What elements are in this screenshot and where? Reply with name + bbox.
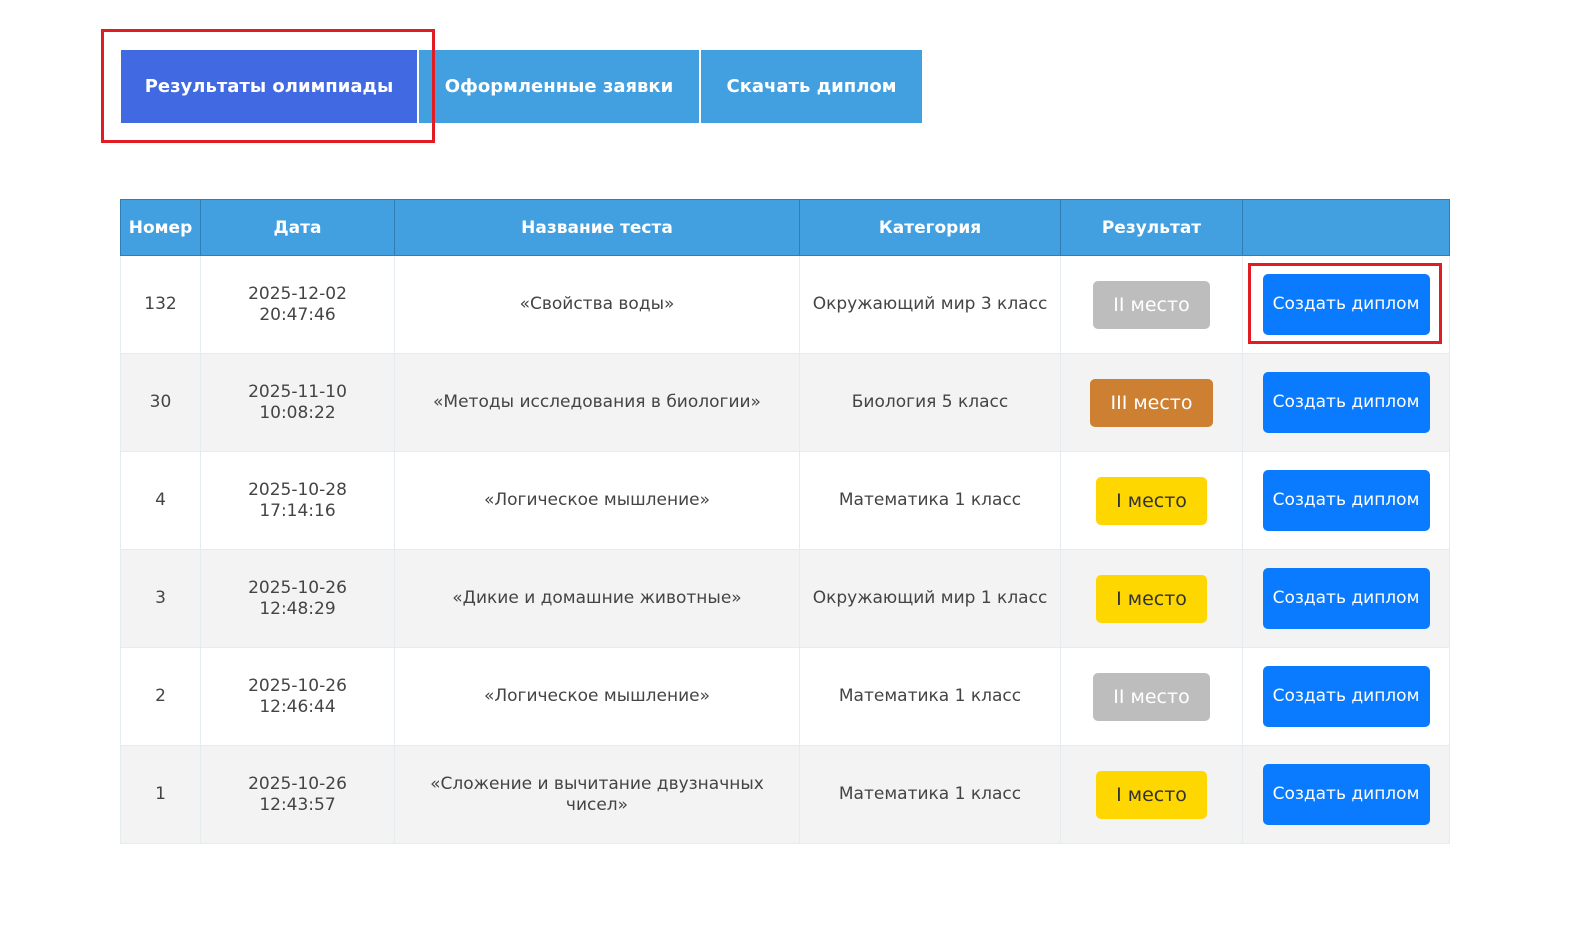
create-diploma-button[interactable]: Создать диплом — [1262, 470, 1430, 531]
cell-date: 2025-10-26 12:46:44 — [200, 647, 395, 746]
results-table: Номер Дата Название теста Категория Резу… — [120, 199, 1450, 844]
cell-category: Окружающий мир 1 класс — [799, 549, 1061, 648]
header-test-name: Название теста — [394, 199, 800, 256]
cell-number: 4 — [120, 451, 201, 550]
table-row: 4 2025-10-28 17:14:16 «Логическое мышлен… — [120, 451, 1450, 550]
create-diploma-button[interactable]: Создать диплом — [1262, 274, 1430, 335]
create-diploma-button[interactable]: Создать диплом — [1262, 764, 1430, 825]
cell-number: 2 — [120, 647, 201, 746]
header-actions — [1242, 199, 1450, 256]
tab-submitted-applications[interactable]: Оформленные заявки — [419, 50, 699, 123]
table-row: 2 2025-10-26 12:46:44 «Логическое мышлен… — [120, 647, 1450, 746]
cell-action: Создать диплом — [1242, 745, 1450, 844]
cell-action: Создать диплом — [1242, 255, 1450, 354]
table-row: 132 2025-12-02 20:47:46 «Свойства воды» … — [120, 255, 1450, 354]
result-badge: I место — [1096, 574, 1207, 623]
cell-number: 1 — [120, 745, 201, 844]
cell-number: 30 — [120, 353, 201, 452]
cell-category: Математика 1 класс — [799, 647, 1061, 746]
result-badge: I место — [1096, 476, 1207, 525]
cell-result: I место — [1060, 549, 1243, 648]
table-row: 1 2025-10-26 12:43:57 «Сложение и вычита… — [120, 745, 1450, 844]
cell-test-name: «Сложение и вычитание двузначных чисел» — [394, 745, 800, 844]
tab-download-diploma[interactable]: Скачать диплом — [701, 50, 922, 123]
tab-olympiad-results[interactable]: Результаты олимпиады — [121, 50, 417, 123]
cell-action: Создать диплом — [1242, 353, 1450, 452]
cell-date: 2025-10-26 12:43:57 — [200, 745, 395, 844]
table-row: 30 2025-11-10 10:08:22 «Методы исследова… — [120, 353, 1450, 452]
cell-category: Математика 1 класс — [799, 451, 1061, 550]
cell-result: II место — [1060, 255, 1243, 354]
cell-category: Окружающий мир 3 класс — [799, 255, 1061, 354]
header-number: Номер — [120, 199, 201, 256]
cell-action: Создать диплом — [1242, 647, 1450, 746]
create-diploma-button[interactable]: Создать диплом — [1262, 666, 1430, 727]
cell-result: II место — [1060, 647, 1243, 746]
tab-bar: Результаты олимпиады Оформленные заявки … — [121, 50, 922, 123]
cell-result: I место — [1060, 745, 1243, 844]
cell-test-name: «Методы исследования в биологии» — [394, 353, 800, 452]
table-row: 3 2025-10-26 12:48:29 «Дикие и домашние … — [120, 549, 1450, 648]
cell-result: III место — [1060, 353, 1243, 452]
result-badge: II место — [1093, 672, 1210, 721]
cell-category: Математика 1 класс — [799, 745, 1061, 844]
cell-date: 2025-11-10 10:08:22 — [200, 353, 395, 452]
create-diploma-button[interactable]: Создать диплом — [1262, 568, 1430, 629]
cell-action: Создать диплом — [1242, 451, 1450, 550]
cell-test-name: «Свойства воды» — [394, 255, 800, 354]
create-diploma-button[interactable]: Создать диплом — [1262, 372, 1430, 433]
header-result: Результат — [1060, 199, 1243, 256]
cell-result: I место — [1060, 451, 1243, 550]
table-header-row: Номер Дата Название теста Категория Резу… — [120, 199, 1450, 256]
cell-action: Создать диплом — [1242, 549, 1450, 648]
cell-date: 2025-12-02 20:47:46 — [200, 255, 395, 354]
header-date: Дата — [200, 199, 395, 256]
header-category: Категория — [799, 199, 1061, 256]
cell-number: 132 — [120, 255, 201, 354]
cell-number: 3 — [120, 549, 201, 648]
cell-test-name: «Дикие и домашние животные» — [394, 549, 800, 648]
result-badge: II место — [1093, 280, 1210, 329]
cell-test-name: «Логическое мышление» — [394, 647, 800, 746]
result-badge: I место — [1096, 770, 1207, 819]
result-badge: III место — [1090, 378, 1213, 427]
cell-date: 2025-10-28 17:14:16 — [200, 451, 395, 550]
cell-test-name: «Логическое мышление» — [394, 451, 800, 550]
cell-category: Биология 5 класс — [799, 353, 1061, 452]
cell-date: 2025-10-26 12:48:29 — [200, 549, 395, 648]
